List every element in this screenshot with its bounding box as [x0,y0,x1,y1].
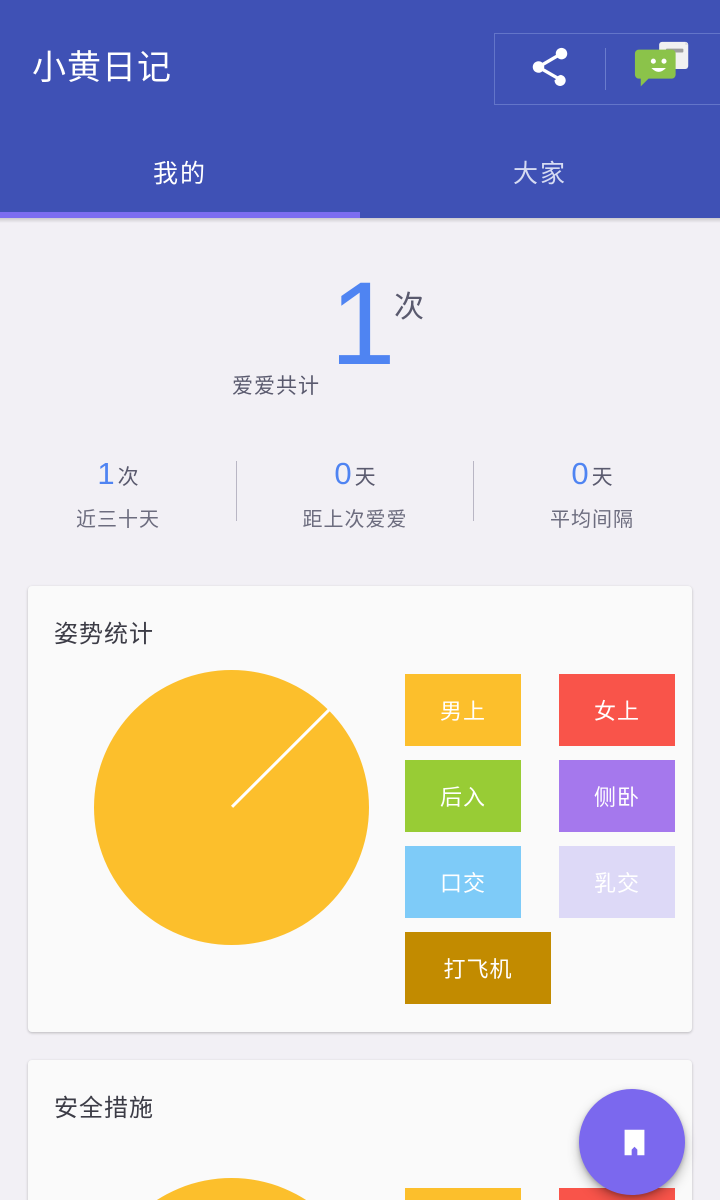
stat-label: 近三十天 [76,509,160,531]
stat-value: 0 [334,456,352,491]
stat-unit: 天 [354,466,376,489]
legend-chip-7[interactable]: 打飞机 [405,932,551,1004]
app-root: 小黄日记 我的 大家 爱爱共计 1 次 1 次 近三十天 0 天 距上次爱爱 0… [0,0,720,1200]
tab-mine[interactable]: 我的 [0,130,360,214]
tab-bar: 我的 大家 [0,130,720,218]
stat-label: 平均间隔 [550,509,634,531]
add-record-fab[interactable] [579,1089,685,1195]
position-legend: 男上 女上 后入 侧卧 口交 乳交 打飞机 [405,674,675,1004]
position-pie-chart [94,670,369,945]
app-bar: 小黄日记 我的 大家 [0,0,720,218]
legend-chip-1[interactable]: 男上 [405,674,521,746]
stat-days-since-last: 0 天 距上次爱爱 [237,455,473,532]
pie-slice-primary [94,1178,369,1200]
card-title: 姿势统计 [54,621,154,648]
total-counter-unit: 次 [394,291,424,324]
legend-chip-4[interactable]: 侧卧 [559,760,675,832]
total-counter-label: 爱爱共计 [232,375,320,398]
stat-average-interval: 0 天 平均间隔 [474,455,710,532]
message-app-icon [633,36,695,103]
share-button[interactable] [495,34,605,104]
legend-chip-6[interactable]: 乳交 [559,846,675,918]
share-icon [527,44,573,95]
stat-label: 距上次爱爱 [302,509,408,531]
share-popup [494,33,720,105]
legend-chip-1[interactable] [405,1188,521,1200]
card-position-stats: 姿势统计 男上 女上 后入 侧卧 口交 乳交 打飞机 [28,586,692,1032]
summary-stats: 1 次 近三十天 0 天 距上次爱爱 0 天 平均间隔 [0,455,720,547]
app-bar-shadow [0,218,720,223]
stat-last-thirty-days: 1 次 近三十天 [0,455,236,532]
note-add-icon [613,1125,652,1159]
stat-unit: 天 [591,466,613,489]
legend-chip-2[interactable]: 女上 [559,674,675,746]
tab-everyone[interactable]: 大家 [360,130,720,214]
total-counter-value: 1 [330,258,396,390]
share-target-messages[interactable] [606,34,716,104]
card-title: 安全措施 [54,1095,154,1122]
stat-value: 0 [571,456,589,491]
total-counter: 爱爱共计 1 次 [0,240,720,430]
stat-unit: 次 [117,466,139,489]
legend-chip-3[interactable]: 后入 [405,760,521,832]
page-title: 小黄日记 [32,49,172,87]
legend-chip-5[interactable]: 口交 [405,846,521,918]
stat-value: 1 [97,456,115,491]
safety-pie-chart [94,1178,369,1200]
